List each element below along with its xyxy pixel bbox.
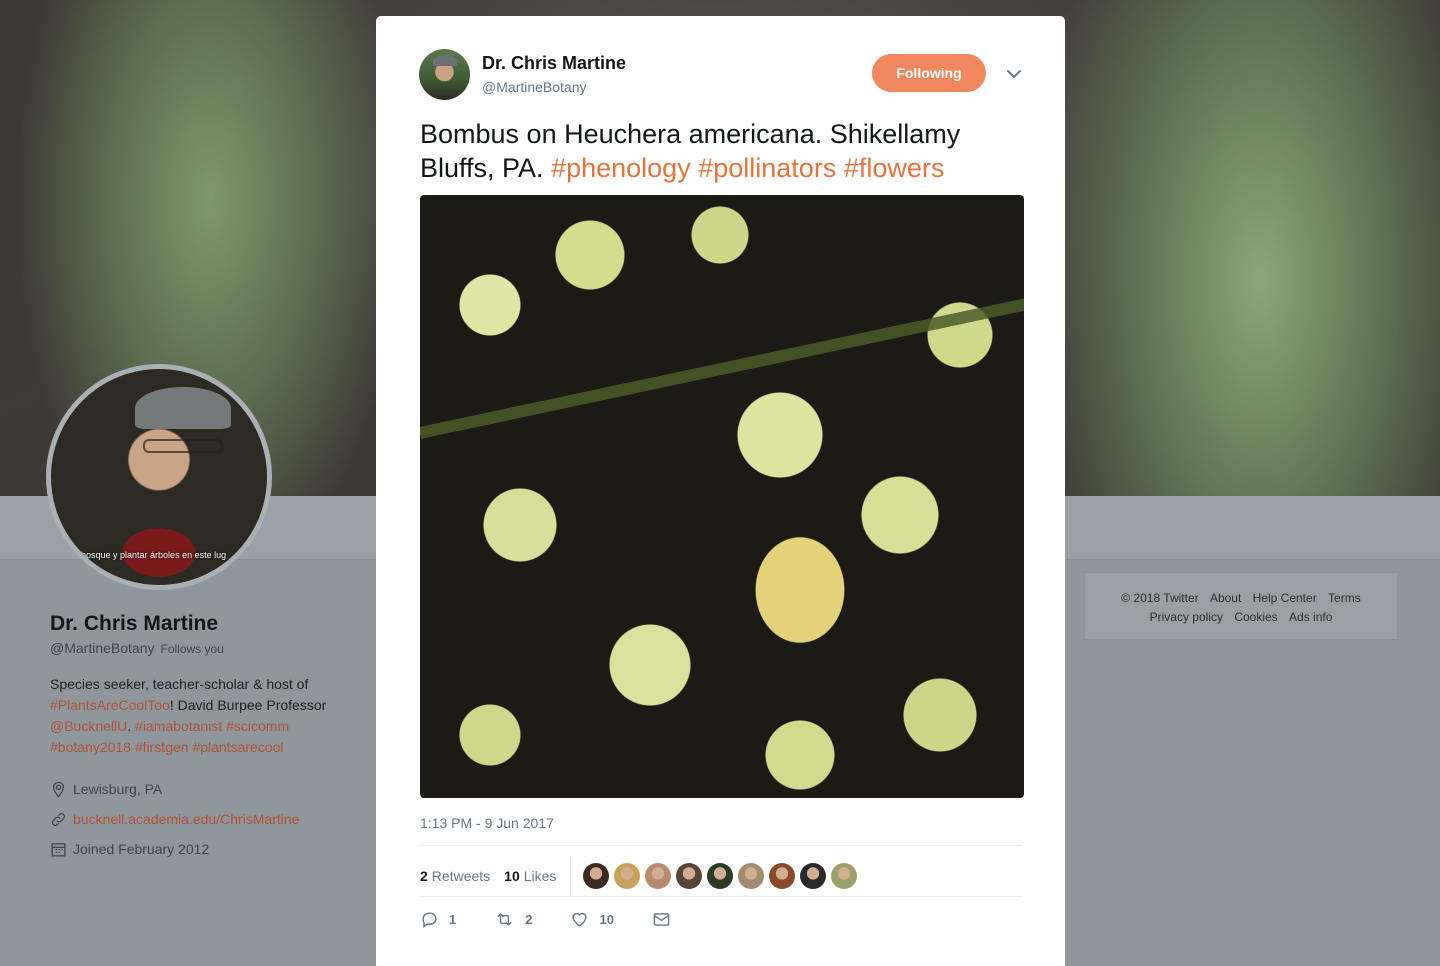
footer-link-help-center[interactable]: Help Center — [1253, 591, 1317, 605]
liker-avatar[interactable] — [707, 863, 734, 889]
retweet-icon — [497, 913, 512, 926]
location-pin-icon — [52, 781, 65, 798]
profile-joined: Joined February 2012 — [50, 834, 380, 864]
divider — [420, 845, 1022, 846]
bio-hashtag-link[interactable]: #scicomm — [226, 718, 289, 734]
likes-count: 10 — [504, 868, 520, 884]
footer-link-ads-info[interactable]: Ads info — [1289, 610, 1332, 624]
tweet-actions: 1 2 10 — [420, 910, 719, 929]
stats-separator — [570, 856, 572, 896]
website-link[interactable]: bucknell.academia.edu/ChrisMartine — [73, 811, 299, 827]
profile-avatar[interactable]: bosque y plantar árboles en este lug — [46, 364, 272, 590]
bio-hashtag-link[interactable]: #plantsarecool — [192, 739, 283, 755]
retweets-count: 2 — [420, 868, 428, 884]
tweet-header: Dr. Chris Martine @MartineBotany Followi… — [419, 49, 1029, 103]
avatar-cap — [433, 55, 457, 66]
follows-you-badge: Follows you — [160, 642, 224, 656]
avatar-caption: bosque y plantar árboles en este lug — [81, 550, 227, 560]
tweet-modal: Dr. Chris Martine @MartineBotany Followi… — [376, 16, 1065, 966]
retweet-count: 2 — [525, 912, 533, 927]
tweet-photo[interactable] — [420, 195, 1024, 798]
bio-mention-link[interactable]: @BucknellU — [50, 718, 127, 734]
bio-hashtag-link[interactable]: #firstgen — [135, 739, 189, 755]
tweet-text: Bombus on Heuchera americana. Shikellamy… — [420, 117, 1020, 185]
profile-name[interactable]: Dr. Chris Martine — [50, 612, 380, 636]
avatar-cap — [135, 387, 231, 429]
hashtag-link[interactable]: #phenology — [551, 153, 691, 183]
profile-bio: Species seeker, teacher-scholar & host o… — [50, 674, 380, 758]
bio-hashtag-link[interactable]: #PlantsAreCoolToo — [50, 697, 170, 713]
liker-avatar[interactable] — [583, 863, 610, 889]
liker-avatar[interactable] — [676, 863, 703, 889]
bio-text: Species seeker, teacher-scholar & host o… — [50, 676, 309, 692]
profile-location: Lewisburg, PA — [50, 774, 380, 804]
calendar-icon — [51, 842, 66, 857]
following-button[interactable]: Following — [872, 54, 986, 92]
hashtag-link[interactable]: #pollinators — [698, 153, 836, 183]
reply-count: 1 — [449, 912, 457, 927]
footer-link-cookies[interactable]: Cookies — [1234, 610, 1277, 624]
site-footer: © 2018 Twitter About Help Center Terms P… — [1084, 572, 1398, 640]
liker-avatar[interactable] — [645, 863, 672, 889]
retweets-stat[interactable]: 2 Retweets — [420, 868, 490, 884]
bio-text: ! David Burpee Professor — [169, 697, 327, 713]
like-action[interactable]: 10 — [570, 910, 614, 929]
avatar-glasses — [143, 439, 223, 453]
retweets-label: Retweets — [431, 868, 491, 884]
divider — [420, 896, 1022, 897]
link-icon — [51, 812, 66, 826]
likes-label: Likes — [523, 868, 557, 884]
joined-text: Joined February 2012 — [73, 841, 210, 857]
like-count: 10 — [599, 912, 614, 927]
liker-avatar[interactable] — [738, 863, 765, 889]
profile-card: Dr. Chris Martine @MartineBotany Follows … — [50, 612, 380, 864]
profile-website: bucknell.academia.edu/ChrisMartine — [50, 804, 380, 834]
direct-message-action[interactable] — [652, 910, 681, 929]
heart-icon — [572, 912, 588, 927]
bio-text: . — [127, 718, 136, 734]
bio-hashtag-link[interactable]: #iamabotanist — [135, 718, 222, 734]
footer-link-privacy[interactable]: Privacy policy — [1150, 610, 1223, 624]
profile-handle-row: @MartineBotany Follows you — [50, 640, 380, 656]
retweet-action[interactable]: 2 — [494, 910, 532, 929]
likes-stat[interactable]: 10 Likes — [504, 868, 556, 884]
bio-hashtag-link[interactable]: #botany2018 — [50, 739, 131, 755]
location-text: Lewisburg, PA — [73, 781, 163, 797]
liker-avatar[interactable] — [614, 863, 641, 889]
envelope-icon — [653, 913, 670, 926]
reply-icon — [422, 912, 437, 929]
liker-avatar[interactable] — [800, 863, 827, 889]
photo-stem — [420, 298, 1024, 439]
profile-handle[interactable]: @MartineBotany — [50, 640, 154, 656]
footer-row-2: Privacy policy Cookies Ads info — [1085, 608, 1397, 627]
liker-avatars — [583, 863, 862, 889]
footer-copyright: © 2018 Twitter — [1121, 591, 1199, 605]
tweet-author-handle[interactable]: @MartineBotany — [482, 79, 586, 95]
chevron-down-icon[interactable] — [1004, 64, 1024, 84]
liker-avatar[interactable] — [831, 863, 858, 889]
reply-action[interactable]: 1 — [420, 910, 456, 929]
footer-link-about[interactable]: About — [1210, 591, 1241, 605]
profile-meta: Lewisburg, PA bucknell.academia.edu/Chri… — [50, 774, 380, 864]
footer-row-1: © 2018 Twitter About Help Center Terms — [1085, 589, 1397, 608]
liker-avatar[interactable] — [769, 863, 796, 889]
footer-link-terms[interactable]: Terms — [1328, 591, 1361, 605]
tweet-author-avatar[interactable] — [419, 49, 470, 100]
tweet-timestamp[interactable]: 1:13 PM - 9 Jun 2017 — [420, 815, 554, 831]
tweet-stats: 2 Retweets 10 Likes — [420, 856, 862, 896]
hashtag-link[interactable]: #flowers — [844, 153, 945, 183]
tweet-author-name[interactable]: Dr. Chris Martine — [482, 53, 626, 74]
